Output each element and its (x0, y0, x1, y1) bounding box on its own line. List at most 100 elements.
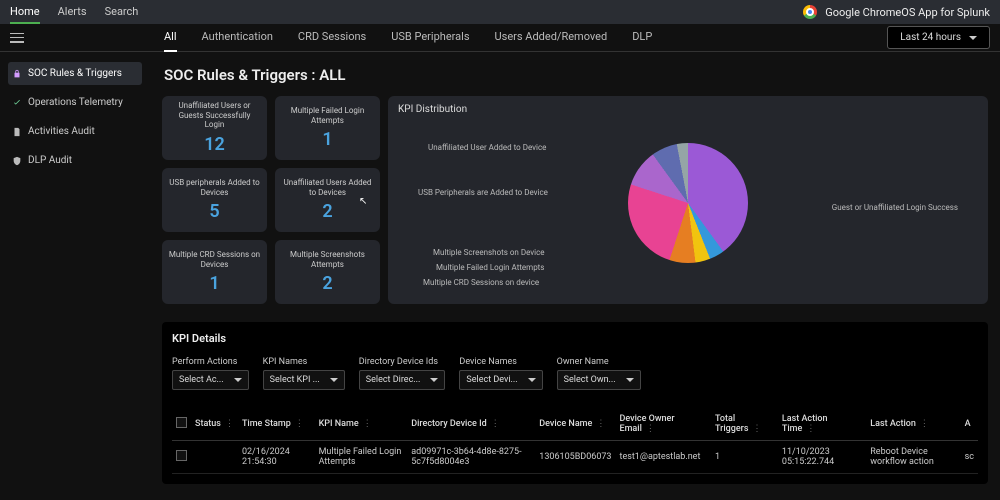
tab-authentication[interactable]: Authentication (202, 23, 273, 52)
cell-owner-email: test1@aptestlab.net (616, 441, 711, 474)
sidebar-item-label: Operations Telemetry (28, 97, 123, 108)
kpi-card[interactable]: Unaffiliated Users or Guests Successfull… (162, 96, 267, 160)
filter-select[interactable]: Select KPI ... (263, 370, 345, 390)
tab-usb-peripherals[interactable]: USB Peripherals (391, 23, 469, 52)
filter-directory-device-ids: Directory Device Ids Select Direc... (359, 357, 446, 390)
kpi-details-title: KPI Details (172, 332, 978, 345)
table-header-row: Status⋮ Time Stamp⋮ KPI Name⋮ Directory … (172, 408, 978, 441)
kpi-label: USB peripherals Added to Devices (168, 178, 261, 197)
col-device-name[interactable]: Device Name⋮ (535, 408, 615, 441)
filter-select[interactable]: Select Ac... (172, 370, 249, 390)
column-menu-icon[interactable]: ⋮ (225, 419, 234, 429)
sidebar-item-activities-audit[interactable]: Activities Audit (8, 120, 142, 143)
column-menu-icon[interactable]: ⋮ (920, 419, 929, 429)
column-menu-icon[interactable]: ⋮ (295, 419, 304, 429)
filter-label: Device Names (459, 357, 542, 367)
content-tabs: All Authentication CRD Sessions USB Peri… (164, 23, 652, 52)
tab-all[interactable]: All (164, 23, 177, 52)
lock-icon (12, 69, 22, 79)
app-brand-label: Google ChromeOS App for Splunk (825, 6, 990, 19)
nav-home[interactable]: Home (10, 1, 40, 24)
pie-label: Multiple Failed Login Attempts (436, 263, 544, 272)
filter-placeholder: Select Devi... (466, 375, 517, 385)
hamburger-icon[interactable] (10, 33, 24, 43)
filter-placeholder: Select KPI ... (270, 375, 320, 385)
col-last-action[interactable]: Last Action⋮ (866, 408, 960, 441)
kpi-card[interactable]: Unaffiliated Users Added to Devices 2 (275, 168, 380, 232)
kpi-card[interactable]: USB peripherals Added to Devices 5 (162, 168, 267, 232)
sidebar-item-label: Activities Audit (28, 126, 95, 137)
cell-extra: sc (961, 441, 978, 474)
kpi-label: Multiple Screenshots Attempts (281, 250, 374, 269)
chevron-down-icon (430, 378, 438, 382)
kpi-card[interactable]: Multiple Failed Login Attempts 1 (275, 96, 380, 160)
table-row[interactable]: 02/16/2024 21:54:30 Multiple Failed Logi… (172, 441, 978, 474)
column-menu-icon[interactable]: ⋮ (646, 424, 655, 434)
chevron-down-icon (528, 378, 536, 382)
filter-select[interactable]: Select Devi... (459, 370, 542, 390)
doc-icon (12, 127, 22, 137)
nav-alerts[interactable]: Alerts (58, 1, 87, 24)
filter-device-names: Device Names Select Devi... (459, 357, 542, 390)
kpi-value: 1 (209, 273, 219, 294)
nav-search[interactable]: Search (105, 1, 139, 24)
chevron-down-icon (330, 378, 338, 382)
filter-perform-actions: Perform Actions Select Ac... (172, 357, 249, 390)
kpi-label: Unaffiliated Users Added to Devices (281, 178, 374, 197)
col-kpi-name[interactable]: KPI Name⋮ (315, 408, 408, 441)
filter-label: Perform Actions (172, 357, 249, 367)
cell-status (191, 441, 238, 474)
select-all-checkbox[interactable] (176, 417, 187, 428)
sidebar-item-label: DLP Audit (28, 155, 72, 166)
pie-label: Multiple Screenshots on Device (433, 248, 545, 257)
column-menu-icon[interactable]: ⋮ (752, 424, 761, 434)
col-timestamp[interactable]: Time Stamp⋮ (238, 408, 315, 441)
filter-placeholder: Select Own... (564, 375, 616, 385)
sidebar-item-soc-rules[interactable]: SOC Rules & Triggers (8, 62, 142, 85)
kpi-row: Unaffiliated Users or Guests Successfull… (162, 96, 988, 304)
kpi-value: 2 (322, 201, 332, 222)
col-status[interactable]: Status⋮ (191, 408, 238, 441)
kpi-card[interactable]: Multiple Screenshots Attempts 2 (275, 240, 380, 304)
pie-chart[interactable]: Unaffiliated User Added to Device USB Pe… (398, 123, 978, 283)
filters-row: Perform Actions Select Ac... KPI Names S… (172, 357, 978, 390)
row-checkbox[interactable] (176, 450, 187, 461)
kpi-label: Multiple Failed Login Attempts (281, 106, 374, 125)
sidebar-item-label: SOC Rules & Triggers (28, 68, 122, 79)
chrome-icon (803, 5, 817, 19)
column-menu-icon[interactable]: ⋮ (491, 419, 500, 429)
tab-dlp[interactable]: DLP (632, 23, 652, 52)
timerange-picker[interactable]: Last 24 hours (887, 26, 990, 49)
kpi-value: 12 (204, 134, 225, 155)
cell-last-action-time: 11/10/2023 05:15:22.744 (778, 441, 866, 474)
tab-users-added-removed[interactable]: Users Added/Removed (495, 23, 608, 52)
main-content: SOC Rules & Triggers : ALL Unaffiliated … (150, 52, 1000, 500)
filter-select[interactable]: Select Direc... (359, 370, 446, 390)
kpi-card[interactable]: Multiple CRD Sessions on Devices 1 (162, 240, 267, 304)
column-menu-icon[interactable]: ⋮ (806, 424, 815, 434)
cell-timestamp: 02/16/2024 21:54:30 (238, 441, 315, 474)
kpi-distribution-panel: KPI Distribution Unaffiliated User Added… (388, 96, 988, 304)
col-extra[interactable]: A (961, 408, 978, 441)
col-last-action-time[interactable]: Last Action Time⋮ (778, 408, 866, 441)
kpi-cards-grid: Unaffiliated Users or Guests Successfull… (162, 96, 380, 304)
col-dir-device-id[interactable]: Directory Device Id⋮ (407, 408, 535, 441)
sidebar-item-ops-telemetry[interactable]: Operations Telemetry (8, 91, 142, 114)
filter-kpi-names: KPI Names Select KPI ... (263, 357, 345, 390)
kpi-details-table: Status⋮ Time Stamp⋮ KPI Name⋮ Directory … (172, 408, 978, 474)
col-owner-email[interactable]: Device Owner Email⋮ (616, 408, 711, 441)
filter-select[interactable]: Select Own... (557, 370, 641, 390)
sidebar-item-dlp-audit[interactable]: DLP Audit (8, 149, 142, 172)
pie-label: Multiple CRD Sessions on device (423, 278, 539, 287)
column-menu-icon[interactable]: ⋮ (596, 419, 605, 429)
page-title: SOC Rules & Triggers : ALL (164, 66, 988, 84)
column-menu-icon[interactable]: ⋮ (363, 419, 372, 429)
kpi-details-section: KPI Details Perform Actions Select Ac...… (162, 322, 988, 484)
cell-dir-device-id: ad09971c-3b64-4d8e-8275-5c7f5d8004e3 (407, 441, 535, 474)
filter-placeholder: Select Ac... (179, 375, 224, 385)
timerange-label: Last 24 hours (900, 32, 961, 43)
tab-crd-sessions[interactable]: CRD Sessions (298, 23, 366, 52)
col-total-triggers[interactable]: Total Triggers⋮ (711, 408, 778, 441)
secondary-bar: All Authentication CRD Sessions USB Peri… (0, 24, 1000, 52)
cell-total-triggers: 1 (711, 441, 778, 474)
